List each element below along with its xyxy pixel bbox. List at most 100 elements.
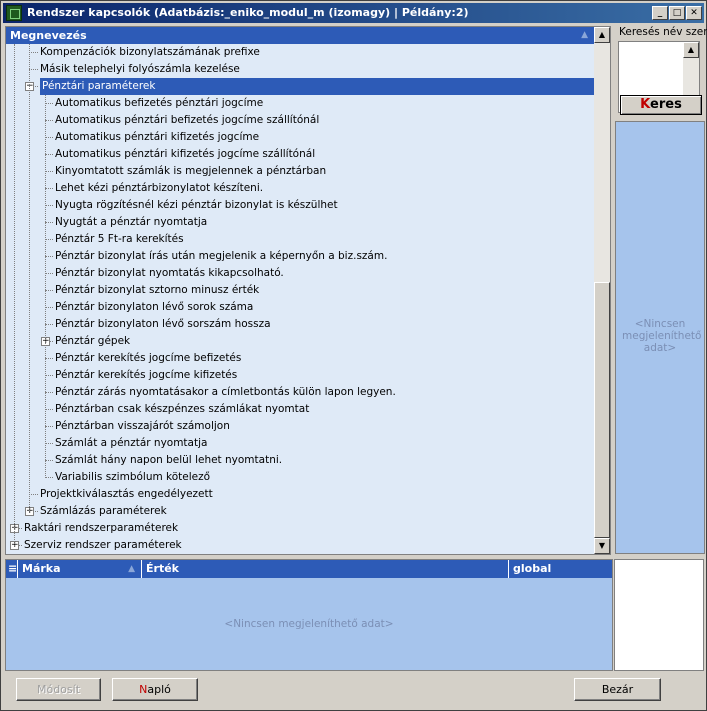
maximize-button[interactable]: □	[669, 6, 685, 20]
tree-connector	[45, 273, 53, 274]
settings-tree[interactable]: Megnevezés ▲ Kompenzációk bizonylatszámá…	[5, 26, 611, 555]
tree-item[interactable]: Nyugtát a pénztár nyomtatja	[6, 214, 594, 231]
modify-button[interactable]: Módosít	[16, 678, 101, 701]
grid-col-marka-label: Márka	[22, 562, 61, 575]
tree-body: Kompenzációk bizonylatszámának prefixe Má…	[6, 44, 596, 554]
tree-item[interactable]: + Számlázás paraméterek	[6, 503, 594, 520]
tree-item[interactable]: − Pénztári paraméterek	[6, 78, 596, 95]
tree-item[interactable]: Projektkiválasztás engedélyezett	[6, 486, 594, 503]
tree-item[interactable]: + Raktári rendszerparaméterek	[6, 520, 594, 537]
tree-connector	[45, 205, 53, 206]
tree-connector	[45, 290, 53, 291]
values-grid[interactable]: ≡ Márka ▲ Érték global <Nincsen megjelení…	[5, 559, 613, 671]
tree-item[interactable]: Lehet kézi pénztárbizonylatot készíteni.	[6, 180, 594, 197]
search-button[interactable]: Keres	[620, 95, 702, 115]
scroll-up-icon[interactable]: ▲	[594, 27, 610, 43]
tree-item[interactable]: Nyugta rögzítésnél kézi pénztár bizonyla…	[6, 197, 594, 214]
tree-item[interactable]: Variabilis szimbólum kötelező	[6, 469, 594, 486]
tree-item-label: Projektkiválasztás engedélyezett	[40, 488, 213, 500]
search-scroll-up-icon[interactable]: ▲	[683, 42, 699, 58]
tree-item-label: Másik telephelyi folyószámla kezelése	[40, 63, 240, 75]
log-button-label: apló	[147, 683, 171, 696]
tree-item-label: Számlát hány napon belül lehet nyomtatni…	[55, 454, 283, 466]
main-window: Rendszer kapcsolók (Adatbázis:_eniko_mod…	[0, 0, 707, 711]
title-bar[interactable]: Rendszer kapcsolók (Adatbázis:_eniko_mod…	[3, 3, 704, 23]
tree-item-label: Pénztár bizonylat nyomtatás kikapcsolhat…	[55, 267, 284, 279]
tree-connector	[45, 222, 53, 223]
tree-item-label: Pénztárban visszajárót számoljon	[55, 420, 230, 432]
tree-item-label: Pénztári paraméterek	[40, 78, 596, 95]
tree-scrollbar[interactable]: ▲ ▼	[594, 27, 610, 554]
tree-item[interactable]: Pénztárban csak készpénzes számlákat nyo…	[6, 401, 594, 418]
tree-item[interactable]: Pénztár bizonylaton lévő sorszám hossza	[6, 316, 594, 333]
tree-guide-line	[29, 44, 30, 511]
tree-item-label: Pénztár bizonylaton lévő sorok száma	[55, 301, 254, 313]
grid-col-marka[interactable]: Márka ▲	[18, 560, 142, 578]
tree-item-label: Számlázás paraméterek	[40, 505, 167, 517]
tree-item-label: Nyugta rögzítésnél kézi pénztár bizonyla…	[55, 199, 338, 211]
tree-item[interactable]: Pénztár bizonylat nyomtatás kikapcsolhat…	[6, 265, 594, 282]
tree-item[interactable]: Automatikus befizetés pénztári jogcíme	[6, 95, 594, 112]
search-results-list[interactable]: <Nincsen megjeleníthető adat>	[615, 121, 705, 554]
close-button[interactable]: Bezár	[574, 678, 661, 701]
scroll-down-icon[interactable]: ▼	[594, 538, 610, 554]
tree-connector	[45, 103, 53, 104]
tree-connector	[45, 154, 53, 155]
tree-item[interactable]: Pénztár kerekítés jogcíme kifizetés	[6, 367, 594, 384]
tree-item[interactable]: Kinyomtatott számlák is megjelennek a pé…	[6, 163, 594, 180]
tree-item[interactable]: + Szerviz rendszer paraméterek	[6, 537, 594, 554]
search-empty-text: <Nincsen megjeleníthető adat>	[622, 318, 702, 354]
tree-item[interactable]: Pénztár bizonylat sztorno minusz érték	[6, 282, 594, 299]
tree-item-label: Pénztár bizonylat sztorno minusz érték	[55, 284, 260, 296]
tree-connector	[45, 443, 53, 444]
tree-item-label: Automatikus befizetés pénztári jogcíme	[55, 97, 264, 109]
tree-item[interactable]: Pénztár 5 Ft-ra kerekítés	[6, 231, 594, 248]
tree-item[interactable]: Pénztár zárás nyomtatásakor a címletbont…	[6, 384, 594, 401]
grid-side-panel	[614, 559, 704, 671]
tree-connector	[29, 69, 38, 70]
tree-connector	[45, 426, 53, 427]
tree-guide-line	[14, 44, 15, 546]
tree-item-label: Variabilis szimbólum kötelező	[55, 471, 211, 483]
tree-item[interactable]: Pénztár kerekítés jogcíme befizetés	[6, 350, 594, 367]
tree-connector	[29, 494, 38, 495]
tree-connector	[45, 358, 53, 359]
tree-item[interactable]: Automatikus pénztári kifizetés jogcíme s…	[6, 146, 594, 163]
tree-item[interactable]: Pénztár bizonylaton lévő sorok száma	[6, 299, 594, 316]
grid-col-ertek[interactable]: Érték	[142, 560, 509, 578]
window-title: Rendszer kapcsolók (Adatbázis:_eniko_mod…	[27, 6, 469, 19]
tree-item-label: Kompenzációk bizonylatszámának prefixe	[40, 46, 260, 58]
tree-item-label: Lehet kézi pénztárbizonylatot készíteni.	[55, 182, 264, 194]
tree-connector	[45, 477, 53, 478]
tree-column-header[interactable]: Megnevezés ▲	[6, 27, 594, 44]
tree-item-label: Pénztár kerekítés jogcíme befizetés	[55, 352, 242, 364]
tree-item[interactable]: + Pénztár gépek	[6, 333, 594, 350]
log-button[interactable]: Napló	[112, 678, 198, 701]
scroll-thumb[interactable]	[594, 282, 610, 538]
tree-connector	[45, 392, 53, 393]
tree-item[interactable]: Automatikus pénztári kifizetés jogcíme	[6, 129, 594, 146]
tree-item[interactable]: Számlát a pénztár nyomtatja	[6, 435, 594, 452]
tree-item[interactable]: Számlát hány napon belül lehet nyomtatni…	[6, 452, 594, 469]
tree-item-label: Számlát a pénztár nyomtatja	[55, 437, 208, 449]
grid-empty-text: <Nincsen megjeleníthető adat>	[224, 618, 394, 630]
grid-menu-icon[interactable]: ≡	[6, 560, 18, 578]
close-window-button[interactable]: ✕	[686, 6, 702, 20]
tree-connector	[29, 52, 38, 53]
tree-item-label: Nyugtát a pénztár nyomtatja	[55, 216, 208, 228]
tree-item-label: Pénztár gépek	[55, 335, 131, 347]
tree-guide-line	[45, 95, 46, 478]
tree-item[interactable]: Pénztárban visszajárót számoljon	[6, 418, 594, 435]
minimize-button[interactable]: _	[652, 6, 668, 20]
tree-item[interactable]: Másik telephelyi folyószámla kezelése	[6, 61, 594, 78]
tree-item-label: Pénztár zárás nyomtatásakor a címletbont…	[55, 386, 396, 398]
tree-item[interactable]: Automatikus pénztári befizetés jogcíme s…	[6, 112, 594, 129]
tree-item-label: Szerviz rendszer paraméterek	[24, 539, 182, 551]
tree-item[interactable]: Pénztár bizonylat írás után megjelenik a…	[6, 248, 594, 265]
tree-connector	[45, 137, 53, 138]
search-button-accel: K	[640, 97, 651, 112]
tree-item[interactable]: Kompenzációk bizonylatszámának prefixe	[6, 44, 594, 61]
tree-item-label: Automatikus pénztári befizetés jogcíme s…	[55, 114, 320, 126]
grid-header: ≡ Márka ▲ Érték global	[6, 560, 612, 578]
grid-col-global[interactable]: global	[509, 560, 612, 578]
